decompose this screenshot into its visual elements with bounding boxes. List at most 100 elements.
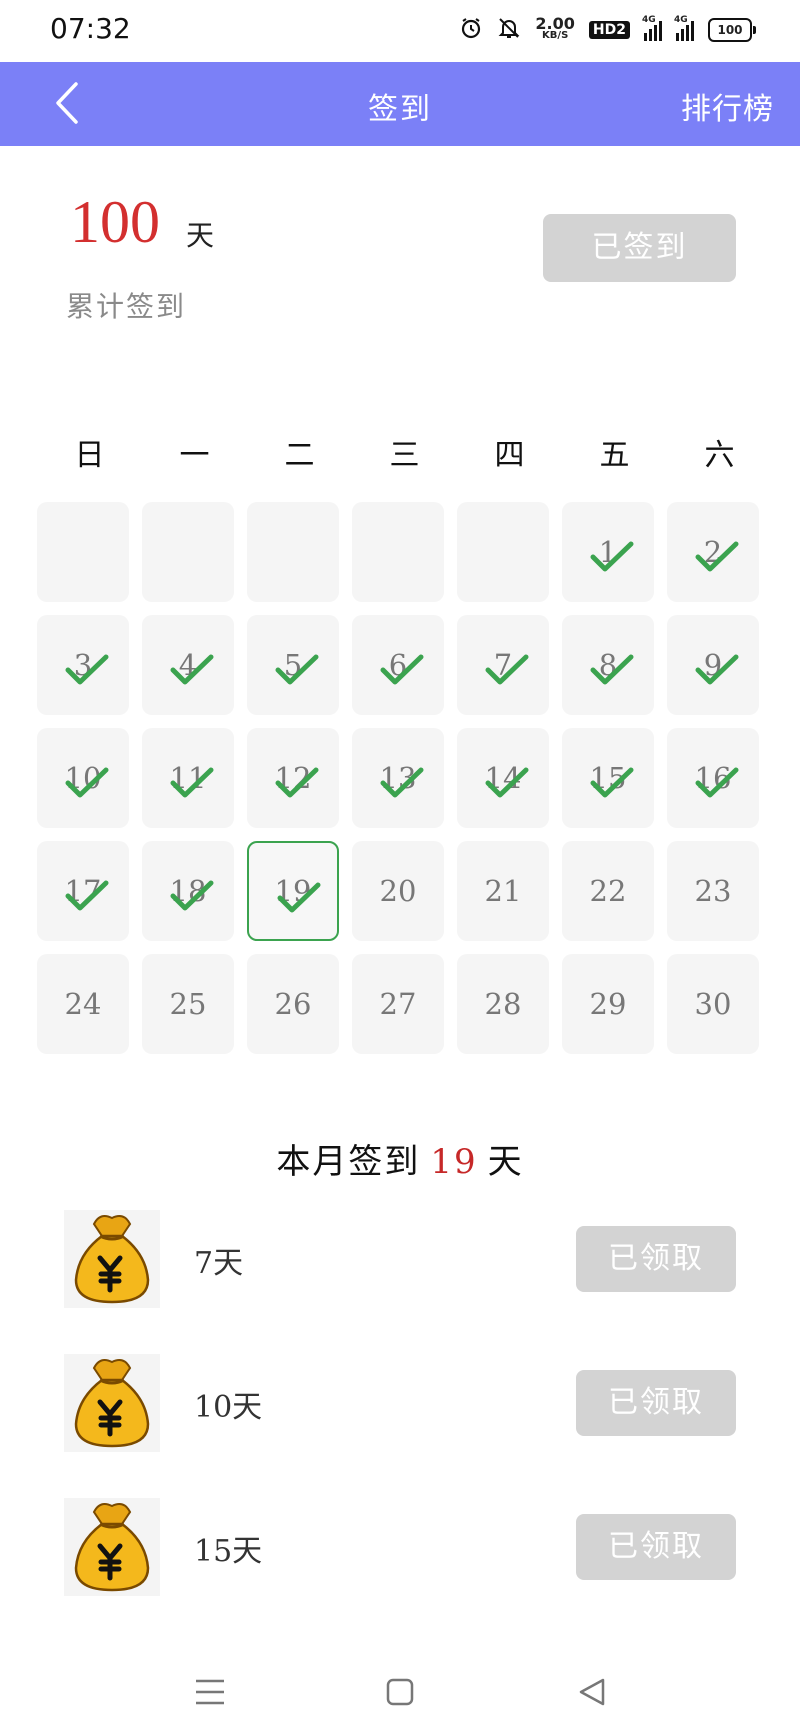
calendar-day[interactable]: 11	[142, 728, 234, 828]
weekday-label: 四	[494, 438, 525, 473]
check-icon	[695, 767, 739, 798]
alarm-icon	[459, 16, 483, 44]
weekday-label: 二	[284, 438, 315, 473]
calendar-empty-cell	[247, 502, 339, 602]
claimed-button[interactable]: 已领取	[576, 1514, 736, 1580]
back-triangle-icon	[579, 1678, 605, 1706]
claimed-button[interactable]: 已领取	[576, 1370, 736, 1436]
calendar-day[interactable]: 3	[37, 615, 129, 715]
calendar-day-today[interactable]: 19	[247, 841, 339, 941]
check-icon	[485, 654, 529, 685]
weekday-label: 日	[74, 438, 105, 473]
calendar-day[interactable]: 24	[37, 954, 129, 1054]
check-icon	[590, 654, 634, 685]
calendar-day[interactable]: 8	[562, 615, 654, 715]
calendar-day[interactable]: 7	[457, 615, 549, 715]
calendar-day[interactable]: 14	[457, 728, 549, 828]
home-button[interactable]	[376, 1668, 424, 1716]
calendar-day-number: 28	[484, 987, 522, 1021]
calendar-day[interactable]: 22	[562, 841, 654, 941]
calendar-empty-cell	[352, 502, 444, 602]
calendar-day-number: 26	[274, 987, 312, 1021]
menu-icon	[196, 1679, 224, 1705]
calendar-day-number: 23	[694, 874, 732, 908]
speed-value: 2.00	[535, 14, 575, 33]
calendar-day[interactable]: 30	[667, 954, 759, 1054]
calendar-day[interactable]: 16	[667, 728, 759, 828]
calendar-day[interactable]: 28	[457, 954, 549, 1054]
calendar-day[interactable]: 15	[562, 728, 654, 828]
check-icon	[380, 767, 424, 798]
money-bag-icon	[64, 1354, 160, 1452]
ranking-link[interactable]: 排行榜	[681, 84, 774, 128]
calendar-day-number: 29	[589, 987, 627, 1021]
calendar-empty-cell	[142, 502, 234, 602]
calendar-day[interactable]: 5	[247, 615, 339, 715]
calendar-grid: 1 2 3 4 5 6 7 8 9 10 11 12 13 14 15 16 17 18 19 20 21 22 23 24 2…	[37, 502, 759, 1054]
calendar-day-number: 25	[169, 987, 207, 1021]
check-icon	[65, 767, 109, 798]
calendar-day-number: 24	[64, 987, 102, 1021]
calendar-day[interactable]: 10	[37, 728, 129, 828]
month-summary-suffix: 天	[487, 1142, 524, 1182]
calendar-day-number: 21	[484, 874, 522, 908]
reward-label: 15天	[194, 1534, 263, 1569]
calendar-day-number: 27	[379, 987, 417, 1021]
check-icon	[277, 882, 321, 913]
speed-unit: KB/S	[542, 30, 569, 41]
check-icon	[275, 767, 319, 798]
check-icon	[695, 654, 739, 685]
nav-back-button[interactable]	[568, 1668, 616, 1716]
total-days-caption: 累计签到	[66, 290, 187, 323]
status-icons: 2.00 KB/S HD2 4G 4G 100	[459, 14, 756, 46]
calendar-empty-cell	[457, 502, 549, 602]
weekday-label: 三	[389, 438, 420, 473]
claimed-button[interactable]: 已领取	[576, 1226, 736, 1292]
reward-label: 10天	[194, 1390, 263, 1425]
calendar-day[interactable]: 12	[247, 728, 339, 828]
check-icon	[590, 767, 634, 798]
weekday-header: 日一二三四五六	[37, 430, 777, 474]
menu-button[interactable]	[186, 1668, 234, 1716]
hd-badge: HD2	[588, 21, 630, 39]
check-icon	[695, 541, 739, 572]
check-icon	[590, 541, 634, 572]
month-summary-count: 19	[430, 1142, 478, 1182]
check-icon	[485, 767, 529, 798]
status-time: 07:32	[50, 12, 131, 45]
mute-bell-icon	[497, 16, 521, 44]
month-summary-prefix: 本月签到	[276, 1142, 421, 1182]
check-icon	[380, 654, 424, 685]
calendar-day[interactable]: 20	[352, 841, 444, 941]
calendar-day[interactable]: 4	[142, 615, 234, 715]
page-title: 签到	[368, 92, 432, 127]
calendar-day[interactable]: 23	[667, 841, 759, 941]
calendar-day[interactable]: 18	[142, 841, 234, 941]
calendar-day[interactable]: 17	[37, 841, 129, 941]
calendar-day[interactable]: 6	[352, 615, 444, 715]
calendar-day[interactable]: 27	[352, 954, 444, 1054]
app-bar: 签到 排行榜	[0, 62, 800, 146]
reward-icon	[64, 1210, 160, 1308]
calendar-day[interactable]: 2	[667, 502, 759, 602]
status-bar: 07:32 2.00 KB/S HD2 4G 4G 100	[0, 0, 800, 62]
calendar-day-number: 22	[589, 874, 627, 908]
net-type-1: 4G	[642, 15, 656, 25]
check-icon	[170, 654, 214, 685]
calendar-day[interactable]: 29	[562, 954, 654, 1054]
signal-icon-1: 4G	[642, 15, 662, 41]
calendar-day-number: 30	[694, 987, 732, 1021]
calendar-day[interactable]: 13	[352, 728, 444, 828]
calendar-day[interactable]: 1	[562, 502, 654, 602]
reward-row: 15天 已领取	[0, 1498, 800, 1598]
calendar-day[interactable]: 9	[667, 615, 759, 715]
check-icon	[170, 767, 214, 798]
calendar-day[interactable]: 26	[247, 954, 339, 1054]
calendar-day-number: 20	[379, 874, 417, 908]
signed-in-button[interactable]: 已签到	[543, 214, 736, 282]
weekday-label: 五	[599, 438, 630, 473]
home-square-icon	[386, 1678, 414, 1706]
calendar-day[interactable]: 25	[142, 954, 234, 1054]
calendar-day[interactable]: 21	[457, 841, 549, 941]
month-summary: 本月签到 19 天	[0, 1134, 800, 1183]
